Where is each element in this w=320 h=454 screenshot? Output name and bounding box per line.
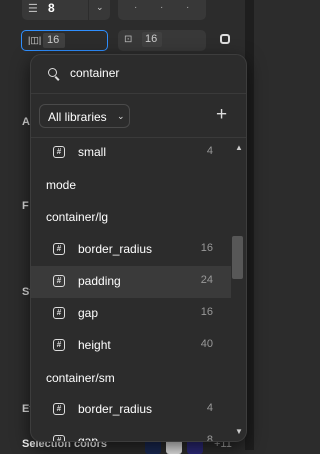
variable-value: 24 [200, 274, 213, 286]
list-item[interactable]: # border_radius 16 [31, 234, 231, 266]
variable-name: border_radius [78, 242, 153, 256]
individual-padding-icon[interactable] [220, 34, 230, 44]
variables-popover: container All libraries ⌄ + # small 4 mo… [30, 54, 247, 442]
variable-value: 4 [206, 145, 213, 157]
library-select-label: All libraries [48, 110, 107, 124]
library-select[interactable]: All libraries ⌄ [39, 104, 130, 128]
number-variable-icon: # [53, 435, 65, 441]
variable-name: height [78, 338, 111, 352]
dot-icon: · [186, 2, 190, 13]
variable-name: gap [78, 306, 99, 320]
number-variable-icon: # [53, 339, 65, 351]
dot-icon: · [134, 2, 138, 13]
list-item[interactable]: # gap 16 [31, 298, 231, 330]
number-variable-icon: # [53, 146, 65, 158]
columns-count-field[interactable]: ☰ 8 ⌄ [22, 0, 110, 20]
group-label: mode [46, 178, 77, 192]
padding-value[interactable]: 16 [43, 33, 65, 48]
horizontal-padding-field[interactable]: |◫| 16 [21, 30, 108, 51]
gap-value[interactable]: 16 [142, 32, 162, 47]
group-label: container/sm [46, 371, 115, 385]
variable-name: border_radius [78, 402, 153, 416]
variable-name: gap [78, 434, 99, 442]
add-icon[interactable]: + [216, 105, 227, 124]
scroll-down-icon[interactable]: ▼ [235, 427, 243, 436]
variable-value: 40 [200, 338, 213, 350]
list-item[interactable]: # padding 24 [31, 266, 231, 298]
variable-value: 16 [200, 242, 213, 254]
variable-name: small [78, 145, 107, 159]
horizontal-padding-icon: |◫| [28, 35, 42, 45]
search-input[interactable]: container [70, 66, 119, 80]
dot-icon: · [160, 2, 164, 13]
number-variable-icon: # [53, 275, 65, 287]
count-value: 8 [48, 1, 55, 15]
variable-name: padding [78, 274, 121, 288]
chevron-down-icon[interactable]: ⌄ [96, 2, 104, 13]
search-icon [48, 68, 57, 77]
divider [88, 0, 89, 20]
scrollbar[interactable] [231, 137, 246, 441]
list-item[interactable]: # gap 8 [31, 426, 231, 442]
vertical-padding-field[interactable]: ⊡ 16 [118, 30, 206, 51]
section-label: A [22, 116, 30, 128]
vertical-padding-icon: ⊡ [124, 34, 133, 45]
variable-value: 4 [206, 402, 213, 414]
section-label: F [22, 200, 29, 212]
number-variable-icon: # [53, 307, 65, 319]
number-variable-icon: # [53, 403, 65, 415]
group-label: container/lg [46, 210, 109, 224]
number-variable-icon: # [53, 243, 65, 255]
list-item[interactable]: # height 40 [31, 330, 231, 362]
alignment-field[interactable]: · · · [118, 0, 206, 20]
scroll-up-icon[interactable]: ▲ [235, 143, 243, 152]
list-item[interactable]: # border_radius 4 [31, 394, 231, 426]
search-row: container [31, 55, 246, 94]
chevron-down-icon: ⌄ [117, 111, 125, 121]
scrollbar-thumb[interactable] [232, 236, 243, 279]
rows-icon: ☰ [28, 3, 38, 15]
variable-value: 16 [200, 306, 213, 318]
variable-value: 8 [206, 434, 213, 442]
list-item[interactable]: # small 4 [31, 137, 231, 169]
